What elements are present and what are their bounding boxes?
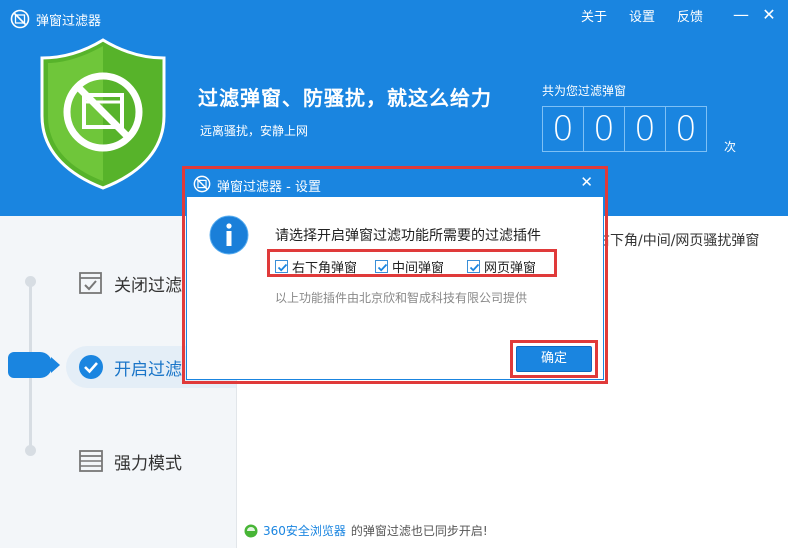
shield-icon — [40, 38, 166, 190]
counter-digit: 0 — [665, 106, 707, 152]
minimize-button[interactable]: — — [730, 4, 752, 26]
checkbox-checked[interactable] — [467, 260, 480, 273]
dialog-question: 请选择开启弹窗过滤功能所需要的过滤插件 — [275, 228, 541, 244]
mode-description: 右下角/中间/网页骚扰弹窗 — [596, 233, 760, 249]
counter-digit: 0 — [542, 106, 584, 152]
info-icon — [209, 215, 249, 255]
close-button[interactable]: ✕ — [758, 4, 780, 26]
mode-label: 强力模式 — [114, 453, 182, 474]
browser-logo-icon — [244, 524, 258, 537]
app-logo-icon — [10, 9, 30, 29]
counter-digit: 0 — [583, 106, 625, 152]
mode-label: 关闭过滤 — [114, 275, 182, 296]
option-label: 中间弹窗 — [392, 261, 445, 276]
ok-button[interactable]: 确定 — [516, 346, 592, 372]
mode-slider-handle[interactable] — [8, 352, 60, 378]
filter-counter: 0 0 0 0 — [542, 106, 707, 152]
option-web-popup[interactable]: 网页弹窗 — [467, 257, 536, 276]
footer-note: 360安全浏览器 的弹窗过滤也已同步开启! — [244, 522, 488, 539]
hero-slogan: 过滤弹窗、防骚扰，就这么给力 — [198, 86, 492, 110]
checkbox-checked[interactable] — [275, 260, 288, 273]
counter-label: 共为您过滤弹窗 — [542, 84, 627, 98]
settings-dialog: 弹窗过滤器 - 设置 ✕ 请选择开启弹窗过滤功能所需要的过滤插件 右下角弹窗 中… — [186, 170, 604, 380]
dialog-logo-icon — [193, 175, 211, 193]
mode-label: 开启过滤 — [114, 359, 182, 380]
dialog-title: 弹窗过滤器 - 设置 — [217, 180, 321, 195]
mode-item-off[interactable]: 关闭过滤 — [66, 262, 182, 304]
counter-digit: 0 — [624, 106, 666, 152]
option-label: 右下角弹窗 — [292, 261, 358, 276]
menu-feedback[interactable]: 反馈 — [677, 6, 703, 25]
checkbox-checked[interactable] — [375, 260, 388, 273]
window-stack-icon — [79, 450, 103, 472]
checklist-icon — [79, 272, 102, 294]
counter-unit: 次 — [724, 140, 737, 154]
dialog-close-button[interactable]: ✕ — [580, 173, 593, 191]
plugin-provider-note: 以上功能插件由北京欣和智成科技有限公司提供 — [275, 291, 528, 305]
footer-brand-link[interactable]: 360安全浏览器 — [263, 522, 346, 539]
footer-text: 的弹窗过滤也已同步开启! — [350, 524, 488, 538]
menu-about[interactable]: 关于 — [581, 6, 607, 25]
mode-item-strong[interactable]: 强力模式 — [66, 440, 182, 482]
option-center-popup[interactable]: 中间弹窗 — [375, 257, 444, 276]
option-bottom-right-popup[interactable]: 右下角弹窗 — [275, 257, 357, 276]
track-dot-top — [25, 276, 36, 287]
dialog-titlebar[interactable]: 弹窗过滤器 - 设置 ✕ — [187, 171, 603, 197]
app-title: 弹窗过滤器 — [36, 14, 102, 29]
hero-subslogan: 远离骚扰，安静上网 — [200, 124, 309, 138]
track-dot-bottom — [25, 445, 36, 456]
menu-settings[interactable]: 设置 — [629, 6, 655, 25]
option-label: 网页弹窗 — [484, 261, 537, 276]
check-circle-icon — [79, 355, 103, 379]
